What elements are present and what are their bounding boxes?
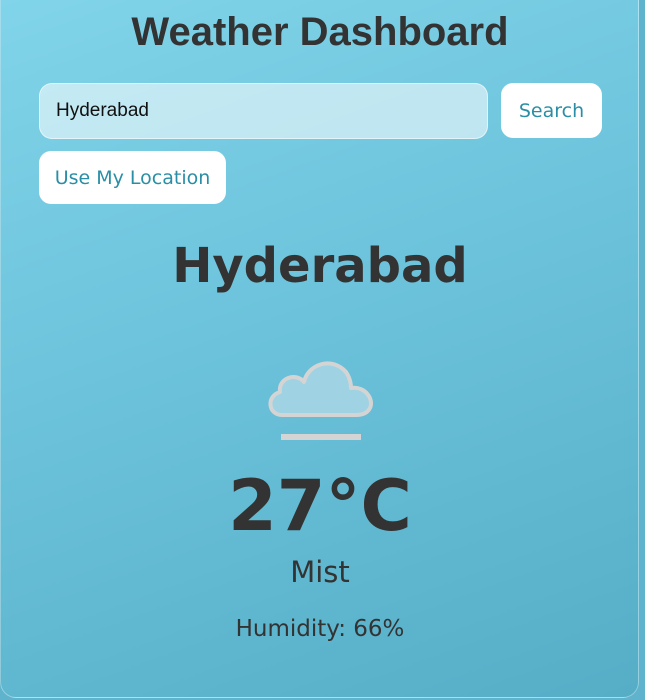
search-button[interactable]: Search (501, 83, 602, 138)
city-search-input[interactable] (39, 83, 488, 139)
mist-cloud-icon (268, 361, 373, 440)
temperature: 27°C (228, 465, 412, 547)
page-title: Weather Dashboard (131, 10, 509, 54)
use-my-location-button[interactable]: Use My Location (39, 151, 226, 204)
humidity: Humidity: 66% (235, 616, 405, 642)
weather-description: Mist (290, 555, 350, 589)
city-name: Hyderabad (172, 238, 468, 294)
